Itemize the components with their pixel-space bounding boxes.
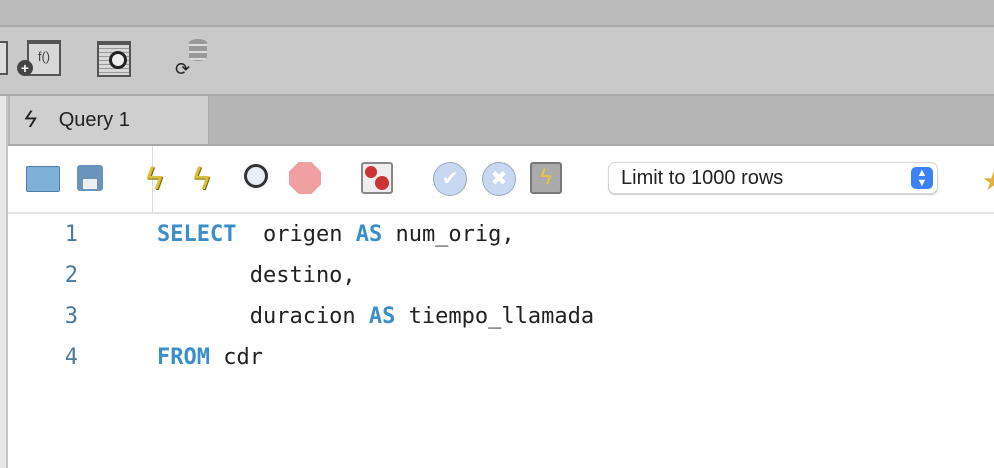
reconnect-database-icon[interactable]: ⟳ — [175, 39, 207, 79]
line-number: 4 — [64, 345, 78, 370]
autocommit-toggle-icon[interactable]: ϟ — [530, 162, 562, 194]
sql-text: origen — [236, 222, 356, 247]
line-number: 3 — [64, 304, 78, 329]
main-toolbar: f() + ⟳ — [0, 27, 994, 96]
stop-on-error-icon[interactable] — [361, 162, 393, 194]
sql-text: tiempo_llamada — [395, 304, 595, 329]
sql-text: duracion — [157, 304, 369, 329]
code-line[interactable]: FROM cdr — [157, 345, 263, 370]
sql-text: destino, — [157, 263, 356, 288]
sql-text: cdr — [209, 345, 263, 370]
create-function-icon[interactable]: f() + — [17, 40, 61, 76]
inspect-table-icon[interactable] — [97, 41, 131, 77]
partial-toolbar-icon[interactable] — [0, 41, 8, 75]
sql-keyword: AS — [368, 304, 396, 329]
explain-query-icon[interactable] — [240, 160, 272, 192]
code-line[interactable]: duracion AS tiempo_llamada — [157, 304, 594, 329]
limit-rows-value: Limit to 1000 rows — [621, 167, 784, 189]
line-number: 2 — [64, 263, 78, 288]
commit-icon[interactable]: ✔ — [433, 162, 467, 196]
limit-rows-select[interactable]: Limit to 1000 rows ▲ ▼ — [608, 162, 938, 194]
sql-text: num_orig, — [382, 222, 515, 247]
rollback-icon[interactable]: ✖ — [482, 162, 516, 196]
sql-keyword: AS — [355, 222, 383, 247]
sql-keyword: FROM — [157, 345, 210, 370]
execute-lightning-icon[interactable]: ϟ — [146, 160, 178, 196]
line-number: 1 — [64, 222, 78, 247]
open-folder-icon[interactable] — [26, 166, 60, 192]
tab-label: Query 1 — [58, 108, 130, 131]
tab-query-1[interactable]: ϟ Query 1 — [10, 96, 209, 144]
left-panel-edge — [0, 96, 8, 468]
sql-keyword: SELECT — [157, 222, 237, 247]
bookmark-star-icon[interactable]: ★ — [982, 166, 994, 197]
code-line[interactable]: destino, — [157, 263, 356, 288]
title-bar — [0, 0, 994, 27]
code-line[interactable]: SELECT origen AS num_orig, — [157, 222, 515, 247]
save-icon[interactable] — [77, 165, 103, 191]
lightning-icon: ϟ — [20, 106, 41, 133]
execute-current-statement-icon[interactable]: ϟ — [193, 160, 225, 196]
select-stepper-icon: ▲ ▼ — [911, 167, 933, 189]
